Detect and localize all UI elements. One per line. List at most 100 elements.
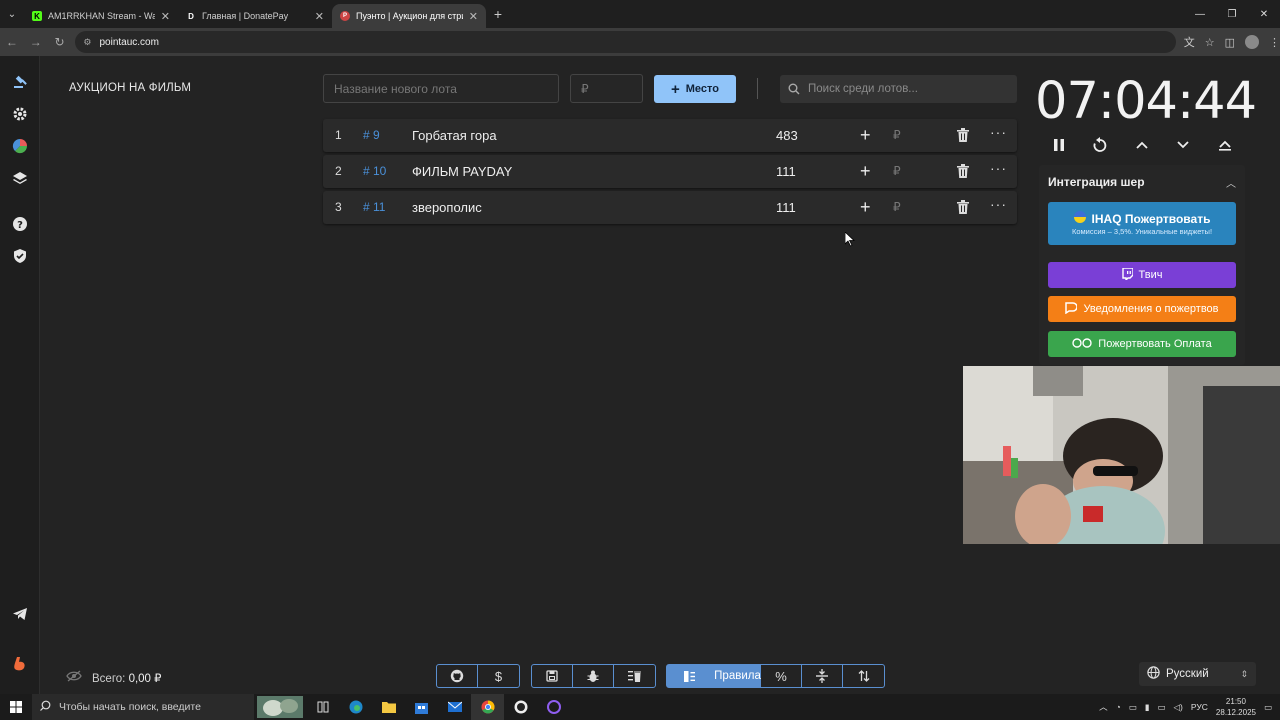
obs-icon[interactable] — [504, 694, 537, 720]
browser-tab-2[interactable]: D Главная | DonatePay ✕ — [178, 4, 332, 28]
sort-icon[interactable] — [843, 665, 884, 687]
auction-gavel-icon[interactable] — [10, 72, 30, 92]
forward-icon[interactable]: → — [24, 28, 48, 56]
translate-icon[interactable]: 文 — [1184, 34, 1195, 50]
browser-tab-1[interactable]: K AM1RRKHAN Stream - Watch L ✕ — [24, 4, 178, 28]
lot-add-amount-input[interactable]: ₽ — [893, 200, 901, 214]
save-icon[interactable] — [532, 665, 573, 687]
lot-search-input[interactable]: Поиск среди лотов... — [780, 75, 1017, 103]
browser-menu-icon[interactable]: ⋮ — [1269, 36, 1280, 49]
pause-icon[interactable] — [1049, 135, 1069, 155]
close-tab-icon[interactable]: ✕ — [469, 10, 478, 23]
more-options-icon[interactable]: ··· — [990, 160, 1007, 176]
chrome-icon[interactable] — [471, 694, 504, 720]
bookmark-star-icon[interactable]: ☆ — [1205, 36, 1215, 49]
profile-avatar[interactable] — [1245, 35, 1260, 49]
clear-list-icon[interactable] — [614, 665, 655, 687]
url-field[interactable]: ⚙ pointauc.com — [75, 31, 1176, 53]
ihaq-donate-button[interactable]: IHAQ Пожертвовать Комиссия – 3,5%. Уника… — [1048, 202, 1236, 245]
lot-row: 3 # 11 зверополис 111 + ₽ ··· — [323, 191, 1017, 224]
new-tab-icon[interactable]: + — [486, 2, 510, 26]
add-amount-icon[interactable]: + — [860, 125, 871, 146]
lot-id[interactable]: # 10 — [363, 164, 386, 178]
tab-search-icon[interactable]: ⌄ — [0, 0, 24, 28]
taskbar-clock[interactable]: 21:50 28.12.2025 — [1216, 696, 1256, 718]
browser-tab-3[interactable]: P Пуэнто | Аукцион для стриме ✕ — [332, 4, 486, 28]
new-lot-amount-input[interactable]: ₽ — [570, 74, 643, 103]
settings-gear-icon[interactable] — [10, 104, 30, 124]
layers-icon[interactable] — [10, 168, 30, 188]
donate-pay-button[interactable]: Пожертвовать Оплата — [1048, 331, 1236, 357]
keyboard-language[interactable]: РУС — [1191, 702, 1208, 712]
close-tab-icon[interactable]: ✕ — [161, 10, 170, 23]
minimize-icon[interactable]: — — [1184, 0, 1216, 28]
app-ring-icon[interactable] — [537, 694, 570, 720]
extensions-icon[interactable]: ◫ — [1225, 36, 1235, 49]
compact-view-icon[interactable] — [802, 665, 843, 687]
new-lot-name-input[interactable]: Название нового лота — [323, 74, 559, 103]
add-lot-button[interactable]: + Место — [654, 75, 736, 103]
volume-icon[interactable]: ◁) — [1174, 702, 1183, 713]
plus-icon: + — [671, 80, 680, 98]
tray-chevron-icon[interactable]: ︿ — [1099, 701, 1108, 713]
reset-timer-icon[interactable] — [1090, 135, 1110, 155]
percent-icon[interactable]: % — [761, 665, 802, 687]
maximize-icon[interactable]: ❐ — [1216, 0, 1248, 28]
lot-name[interactable]: ФИЛЬМ PAYDAY — [412, 164, 512, 179]
notifications-icon[interactable]: ▭ — [1264, 702, 1272, 713]
lot-amount[interactable]: 111 — [776, 200, 796, 215]
github-icon[interactable] — [437, 665, 478, 687]
taskbar-widget-icon[interactable] — [254, 694, 306, 720]
delete-lot-icon[interactable] — [957, 164, 969, 181]
add-amount-icon[interactable]: + — [860, 197, 871, 218]
boosty-icon[interactable] — [10, 654, 30, 674]
telegram-icon[interactable] — [10, 604, 30, 624]
close-tab-icon[interactable]: ✕ — [315, 10, 324, 23]
lot-id[interactable]: # 9 — [363, 128, 380, 142]
delete-lot-icon[interactable] — [957, 200, 969, 217]
timer-up-icon[interactable] — [1132, 135, 1152, 155]
collapse-chevron-icon[interactable]: ︿ — [1226, 175, 1236, 190]
auction-title[interactable]: АУКЦИОН НА ФИЛЬМ — [69, 82, 191, 94]
back-icon[interactable]: ← — [0, 28, 24, 56]
bug-report-icon[interactable] — [573, 665, 614, 687]
reload-icon[interactable]: ↻ — [48, 28, 72, 56]
mail-icon[interactable] — [438, 694, 471, 720]
taskbar-search-input[interactable]: Чтобы начать поиск, введите — [32, 694, 254, 720]
lot-id[interactable]: # 11 — [363, 200, 385, 214]
help-icon[interactable]: ? — [10, 214, 30, 234]
add-amount-icon[interactable]: + — [860, 161, 871, 182]
close-window-icon[interactable]: ✕ — [1248, 0, 1280, 28]
clock-time: 21:50 — [1225, 697, 1246, 706]
store-icon[interactable] — [405, 694, 438, 720]
task-view-icon[interactable] — [306, 694, 339, 720]
language-select[interactable]: Русский ⇕ — [1139, 662, 1256, 686]
site-info-icon[interactable]: ⚙ — [83, 37, 91, 48]
hide-eye-icon[interactable] — [66, 670, 82, 685]
battery-icon[interactable]: ▭ — [1157, 702, 1165, 713]
lot-name[interactable]: зверополис — [412, 200, 482, 215]
file-explorer-icon[interactable] — [372, 694, 405, 720]
more-options-icon[interactable]: ··· — [990, 196, 1007, 212]
edge-icon[interactable] — [339, 694, 372, 720]
donate-dollar-icon[interactable]: $ — [478, 665, 519, 687]
delete-lot-icon[interactable] — [957, 128, 969, 145]
network-icon[interactable]: ▭ — [1129, 702, 1137, 713]
lot-amount[interactable]: 483 — [776, 128, 798, 143]
shield-icon[interactable] — [10, 246, 30, 266]
more-options-icon[interactable]: ··· — [990, 124, 1007, 140]
mic-icon[interactable]: ▮ — [1145, 702, 1150, 713]
lot-name[interactable]: Горбатая гора — [412, 128, 497, 143]
donationalerts-button[interactable]: Уведомления о пожертвов — [1048, 296, 1236, 322]
timer-down-icon[interactable] — [1173, 135, 1193, 155]
wifi-icon[interactable]: ◔ — [1116, 702, 1121, 712]
timer-double-up-icon[interactable] — [1215, 135, 1235, 155]
lot-amount[interactable]: 111 — [776, 164, 796, 179]
wheel-chart-icon[interactable] — [10, 136, 30, 156]
twitch-button[interactable]: Твич — [1048, 262, 1236, 288]
rules-label: Правила — [714, 670, 761, 682]
rules-button[interactable]: Правила — [667, 665, 761, 687]
lot-add-amount-input[interactable]: ₽ — [893, 164, 901, 178]
windows-start-icon[interactable] — [0, 694, 32, 720]
lot-add-amount-input[interactable]: ₽ — [893, 128, 901, 142]
